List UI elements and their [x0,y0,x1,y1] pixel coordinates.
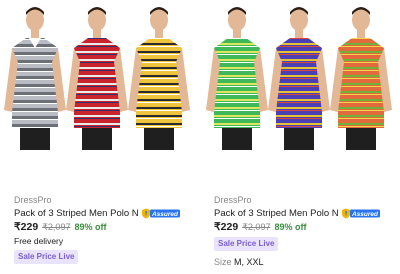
discount: 89% off [74,222,107,232]
product-card-2[interactable]: DressPro Pack of 3 Striped Men Polo Neck… [200,0,400,274]
brand-name: DressPro [214,195,252,205]
svg-text:Assured: Assured [151,211,179,218]
discount: 89% off [274,222,307,232]
product-image[interactable] [200,0,400,150]
size-value: M, XXL [234,257,264,267]
mrp: ₹2,097 [42,222,71,232]
models-illustration [4,7,190,150]
assured-badge-icon: f Assured [341,208,381,219]
product-title[interactable]: Pack of 3 Striped Men Polo Neck ... [214,208,339,219]
models-illustration [206,7,392,150]
svg-text:Assured: Assured [351,211,379,218]
mrp: ₹2,097 [242,222,271,232]
size-label: Size [214,257,232,267]
delivery-info: Free delivery [14,236,64,246]
product-image[interactable] [0,0,200,150]
product-title[interactable]: Pack of 3 Striped Men Polo Neck ... [14,208,139,219]
product-card-1[interactable]: DressPro Pack of 3 Striped Men Polo Neck… [0,0,200,274]
sale-badge: Sale Price Live [14,250,79,264]
assured-badge-icon: f Assured [141,208,181,219]
size-info: Size M, XXL [214,257,264,267]
sale-badge: Sale Price Live [214,237,279,251]
price: ₹229 [14,221,39,233]
price: ₹229 [214,221,239,233]
brand-name: DressPro [14,195,52,205]
